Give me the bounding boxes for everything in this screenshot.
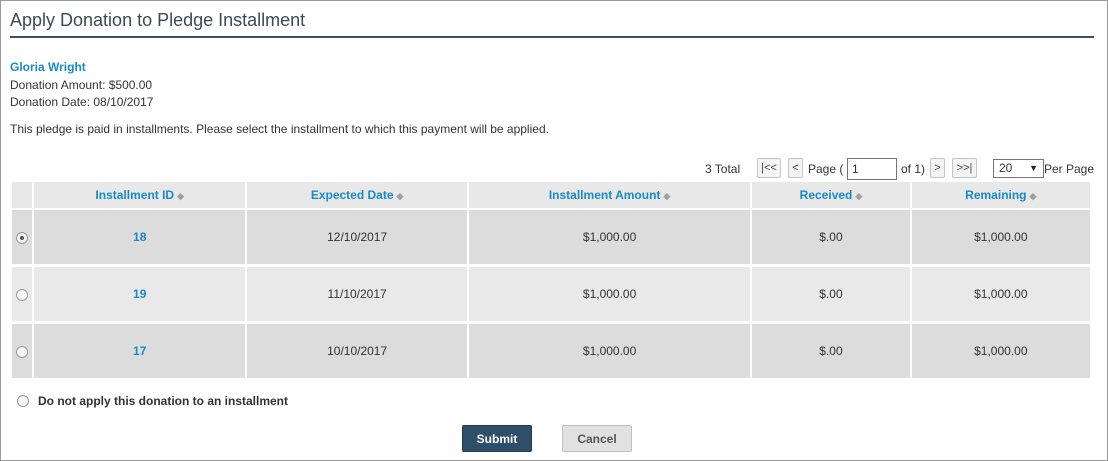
sort-arrows-icon: ◆ <box>663 191 671 201</box>
installment-id-link[interactable]: 19 <box>133 287 146 301</box>
installment-amount-cell: $1,000.00 <box>468 324 751 381</box>
per-page-label: Per Page <box>1044 162 1095 176</box>
page-label: Page ( <box>808 162 844 176</box>
table-row[interactable]: 18 12/10/2017 $1,000.00 $.00 $1,000.00 <box>12 210 1090 267</box>
donation-date: Donation Date: 08/10/2017 <box>10 95 154 109</box>
page-number-input[interactable] <box>847 158 897 180</box>
received-cell: $.00 <box>752 210 910 267</box>
remaining-cell: $1,000.00 <box>911 324 1090 381</box>
installments-table: Installment ID ◆ Expected Date ◆ Installme… <box>10 182 1092 381</box>
expected-date-cell: 10/10/2017 <box>247 324 467 381</box>
sort-arrows-icon: ◆ <box>1029 191 1037 201</box>
remaining-cell: $1,000.00 <box>911 267 1090 324</box>
per-page-select[interactable]: 20 ▼ <box>993 159 1044 178</box>
remaining-cell: $1,000.00 <box>911 210 1090 267</box>
received-cell: $.00 <box>752 267 910 324</box>
first-page-button[interactable]: |<< <box>757 158 781 178</box>
last-page-button[interactable]: >>| <box>952 158 977 178</box>
no-apply-label: Do not apply this donation to an install… <box>38 394 288 408</box>
installment-id-link[interactable]: 18 <box>133 230 146 244</box>
sort-arrows-icon: ◆ <box>396 191 404 201</box>
installment-id-link[interactable]: 17 <box>133 344 146 358</box>
expected-date-cell: 12/10/2017 <box>247 210 467 267</box>
radio-button-icon[interactable] <box>16 345 29 358</box>
installment-id-cell: 19 <box>34 267 246 324</box>
column-header-installment-amount[interactable]: Installment Amount ◆ <box>468 182 751 210</box>
page-title: Apply Donation to Pledge Installment <box>10 10 306 30</box>
radio-button-icon[interactable] <box>16 231 29 244</box>
column-header-installment-id[interactable]: Installment ID ◆ <box>34 182 246 210</box>
no-apply-option[interactable]: Do not apply this donation to an install… <box>17 394 288 408</box>
page-of-label: of 1) <box>901 162 926 176</box>
row-select-cell[interactable] <box>12 267 33 324</box>
select-column-header <box>12 182 33 210</box>
table-header-row: Installment ID ◆ Expected Date ◆ Installme… <box>12 182 1090 210</box>
donation-amount: Donation Amount: $500.00 <box>10 78 153 92</box>
cancel-button[interactable]: Cancel <box>562 425 632 452</box>
pager-total: 3 Total <box>705 162 741 176</box>
table-row[interactable]: 17 10/10/2017 $1,000.00 $.00 $1,000.00 <box>12 324 1090 381</box>
donor-name-link[interactable]: Gloria Wright <box>10 60 86 74</box>
instructions-text: This pledge is paid in installments. Ple… <box>10 122 549 136</box>
title-divider <box>10 36 1094 38</box>
next-page-button[interactable]: > <box>930 158 945 178</box>
column-header-remaining[interactable]: Remaining ◆ <box>911 182 1090 210</box>
expected-date-cell: 11/10/2017 <box>247 267 467 324</box>
column-header-received[interactable]: Received ◆ <box>752 182 910 210</box>
column-header-expected-date[interactable]: Expected Date ◆ <box>247 182 467 210</box>
installment-amount-cell: $1,000.00 <box>468 210 751 267</box>
radio-button-icon[interactable] <box>16 288 29 301</box>
prev-page-button[interactable]: < <box>788 158 803 178</box>
sort-arrows-icon: ◆ <box>855 191 863 201</box>
dialog-frame: Apply Donation to Pledge Installment Glo… <box>0 0 1108 461</box>
installment-id-cell: 17 <box>34 324 246 381</box>
chevron-down-icon: ▼ <box>1029 163 1038 173</box>
submit-button[interactable]: Submit <box>462 425 532 452</box>
row-select-cell[interactable] <box>12 210 33 267</box>
row-select-cell[interactable] <box>12 324 33 381</box>
table-row[interactable]: 19 11/10/2017 $1,000.00 $.00 $1,000.00 <box>12 267 1090 324</box>
radio-button-icon[interactable] <box>17 394 29 407</box>
sort-arrows-icon: ◆ <box>177 191 185 201</box>
per-page-value: 20 <box>999 161 1013 175</box>
installment-id-cell: 18 <box>34 210 246 267</box>
installment-amount-cell: $1,000.00 <box>468 267 751 324</box>
received-cell: $.00 <box>752 324 910 381</box>
